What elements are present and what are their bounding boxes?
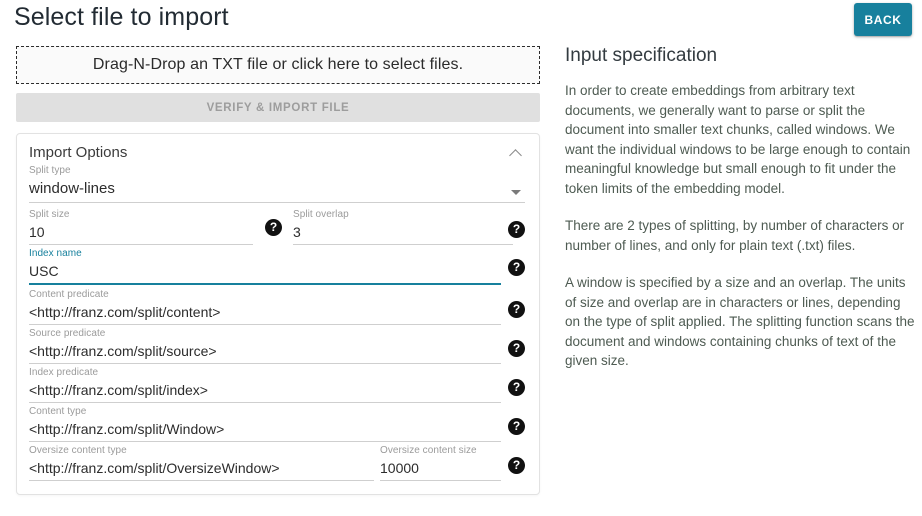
help-icon-index-name[interactable]: ? <box>508 259 525 276</box>
split-overlap-underline <box>293 244 513 245</box>
page-title: Select file to import <box>14 3 229 31</box>
split-overlap-label: Split overlap <box>293 209 349 220</box>
field-row-oversize: Oversize content type <http://franz.com/… <box>29 443 525 482</box>
split-size-value[interactable]: 10 <box>29 221 253 243</box>
content-predicate-label: Content predicate <box>29 289 109 300</box>
content-type-underline <box>29 441 501 442</box>
split-size-field[interactable]: Split size 10 <box>29 207 253 246</box>
split-overlap-field[interactable]: Split overlap 3 <box>293 207 513 246</box>
split-size-help-wrap: ? <box>265 207 282 246</box>
import-panel: Drag-N-Drop an TXT file or click here to… <box>16 46 540 495</box>
import-options-title: Import Options <box>29 144 128 161</box>
import-file-page: Select file to import BACK Drag-N-Drop a… <box>0 0 922 516</box>
content-predicate-value[interactable]: <http://franz.com/split/content> <box>29 301 501 323</box>
import-options-header[interactable]: Import Options <box>29 144 525 163</box>
field-row-split-size-overlap: Split size 10 ? Split overlap 3 ? <box>29 207 525 246</box>
index-predicate-underline <box>29 402 501 403</box>
import-options-card: Import Options Split type window-lines S… <box>16 133 540 495</box>
oversize-content-type-underline <box>29 480 374 481</box>
split-type-label: Split type <box>29 165 71 176</box>
oversize-content-size-value[interactable]: 10000 <box>380 457 501 479</box>
content-predicate-field[interactable]: Content predicate <http://franz.com/spli… <box>29 287 501 325</box>
field-row-content-type: Content type <http://franz.com/split/Win… <box>29 404 525 443</box>
verify-and-import-label: VERIFY & IMPORT FILE <box>206 101 350 114</box>
source-predicate-underline <box>29 363 501 364</box>
verify-and-import-button[interactable]: VERIFY & IMPORT FILE <box>16 93 540 122</box>
chevron-up-icon[interactable] <box>509 146 523 160</box>
oversize-content-size-label: Oversize content size <box>380 445 477 456</box>
content-type-label: Content type <box>29 406 87 417</box>
index-predicate-label: Index predicate <box>29 367 99 378</box>
split-type-field[interactable]: Split type window-lines <box>29 163 525 203</box>
chevron-down-icon[interactable] <box>511 190 521 195</box>
help-icon-content-predicate[interactable]: ? <box>508 301 525 318</box>
split-type-underline <box>29 202 525 203</box>
input-specification-paragraph-3: A window is specified by a size and an o… <box>565 275 915 368</box>
index-name-value[interactable]: USC <box>29 260 501 282</box>
index-name-label: Index name <box>29 248 82 259</box>
content-type-value[interactable]: <http://franz.com/split/Window> <box>29 418 501 440</box>
index-name-underline <box>29 283 501 285</box>
field-row-content-predicate: Content predicate <http://franz.com/spli… <box>29 287 525 326</box>
help-icon-split-overlap[interactable]: ? <box>508 221 525 238</box>
source-predicate-field[interactable]: Source predicate <http://franz.com/split… <box>29 326 501 364</box>
back-button[interactable]: BACK <box>854 3 912 36</box>
source-predicate-label: Source predicate <box>29 328 106 339</box>
file-dropzone[interactable]: Drag-N-Drop an TXT file or click here to… <box>16 46 540 84</box>
index-predicate-field[interactable]: Index predicate <http://franz.com/split/… <box>29 365 501 403</box>
field-row-index-predicate: Index predicate <http://franz.com/split/… <box>29 365 525 404</box>
field-row-index-name: Index name USC ? <box>29 246 525 287</box>
source-predicate-value[interactable]: <http://franz.com/split/source> <box>29 340 501 362</box>
oversize-content-size-field[interactable]: Oversize content size 10000 <box>380 443 501 482</box>
field-row-source-predicate: Source predicate <http://franz.com/split… <box>29 326 525 365</box>
split-overlap-value[interactable]: 3 <box>293 221 513 243</box>
oversize-content-type-label: Oversize content type <box>29 445 127 456</box>
back-button-label: BACK <box>864 12 902 27</box>
split-size-underline <box>29 244 253 245</box>
split-size-label: Split size <box>29 209 70 220</box>
help-icon-oversize[interactable]: ? <box>508 457 525 474</box>
index-name-field[interactable]: Index name USC <box>29 246 501 285</box>
input-specification-panel: Input specification In order to create e… <box>565 44 915 371</box>
file-dropzone-label: Drag-N-Drop an TXT file or click here to… <box>92 56 464 73</box>
help-icon-source-predicate[interactable]: ? <box>508 340 525 357</box>
field-row-split-type: Split type window-lines <box>29 163 525 207</box>
help-icon-content-type[interactable]: ? <box>508 418 525 435</box>
split-overlap-help-wrap: ? <box>508 207 525 246</box>
help-icon-split-size[interactable]: ? <box>265 219 282 236</box>
oversize-content-type-field[interactable]: Oversize content type <http://franz.com/… <box>29 443 374 482</box>
content-type-field[interactable]: Content type <http://franz.com/split/Win… <box>29 404 501 442</box>
input-specification-title: Input specification <box>565 45 718 66</box>
content-predicate-underline <box>29 324 501 325</box>
input-specification-paragraph-2: There are 2 types of splitting, by numbe… <box>565 218 905 253</box>
oversize-content-size-underline <box>380 480 501 481</box>
split-type-value: window-lines <box>29 180 115 197</box>
input-specification-paragraph-1: In order to create embeddings from arbit… <box>565 83 911 196</box>
index-predicate-value[interactable]: <http://franz.com/split/index> <box>29 379 501 401</box>
oversize-content-type-value[interactable]: <http://franz.com/split/OversizeWindow> <box>29 457 374 479</box>
help-icon-index-predicate[interactable]: ? <box>508 379 525 396</box>
